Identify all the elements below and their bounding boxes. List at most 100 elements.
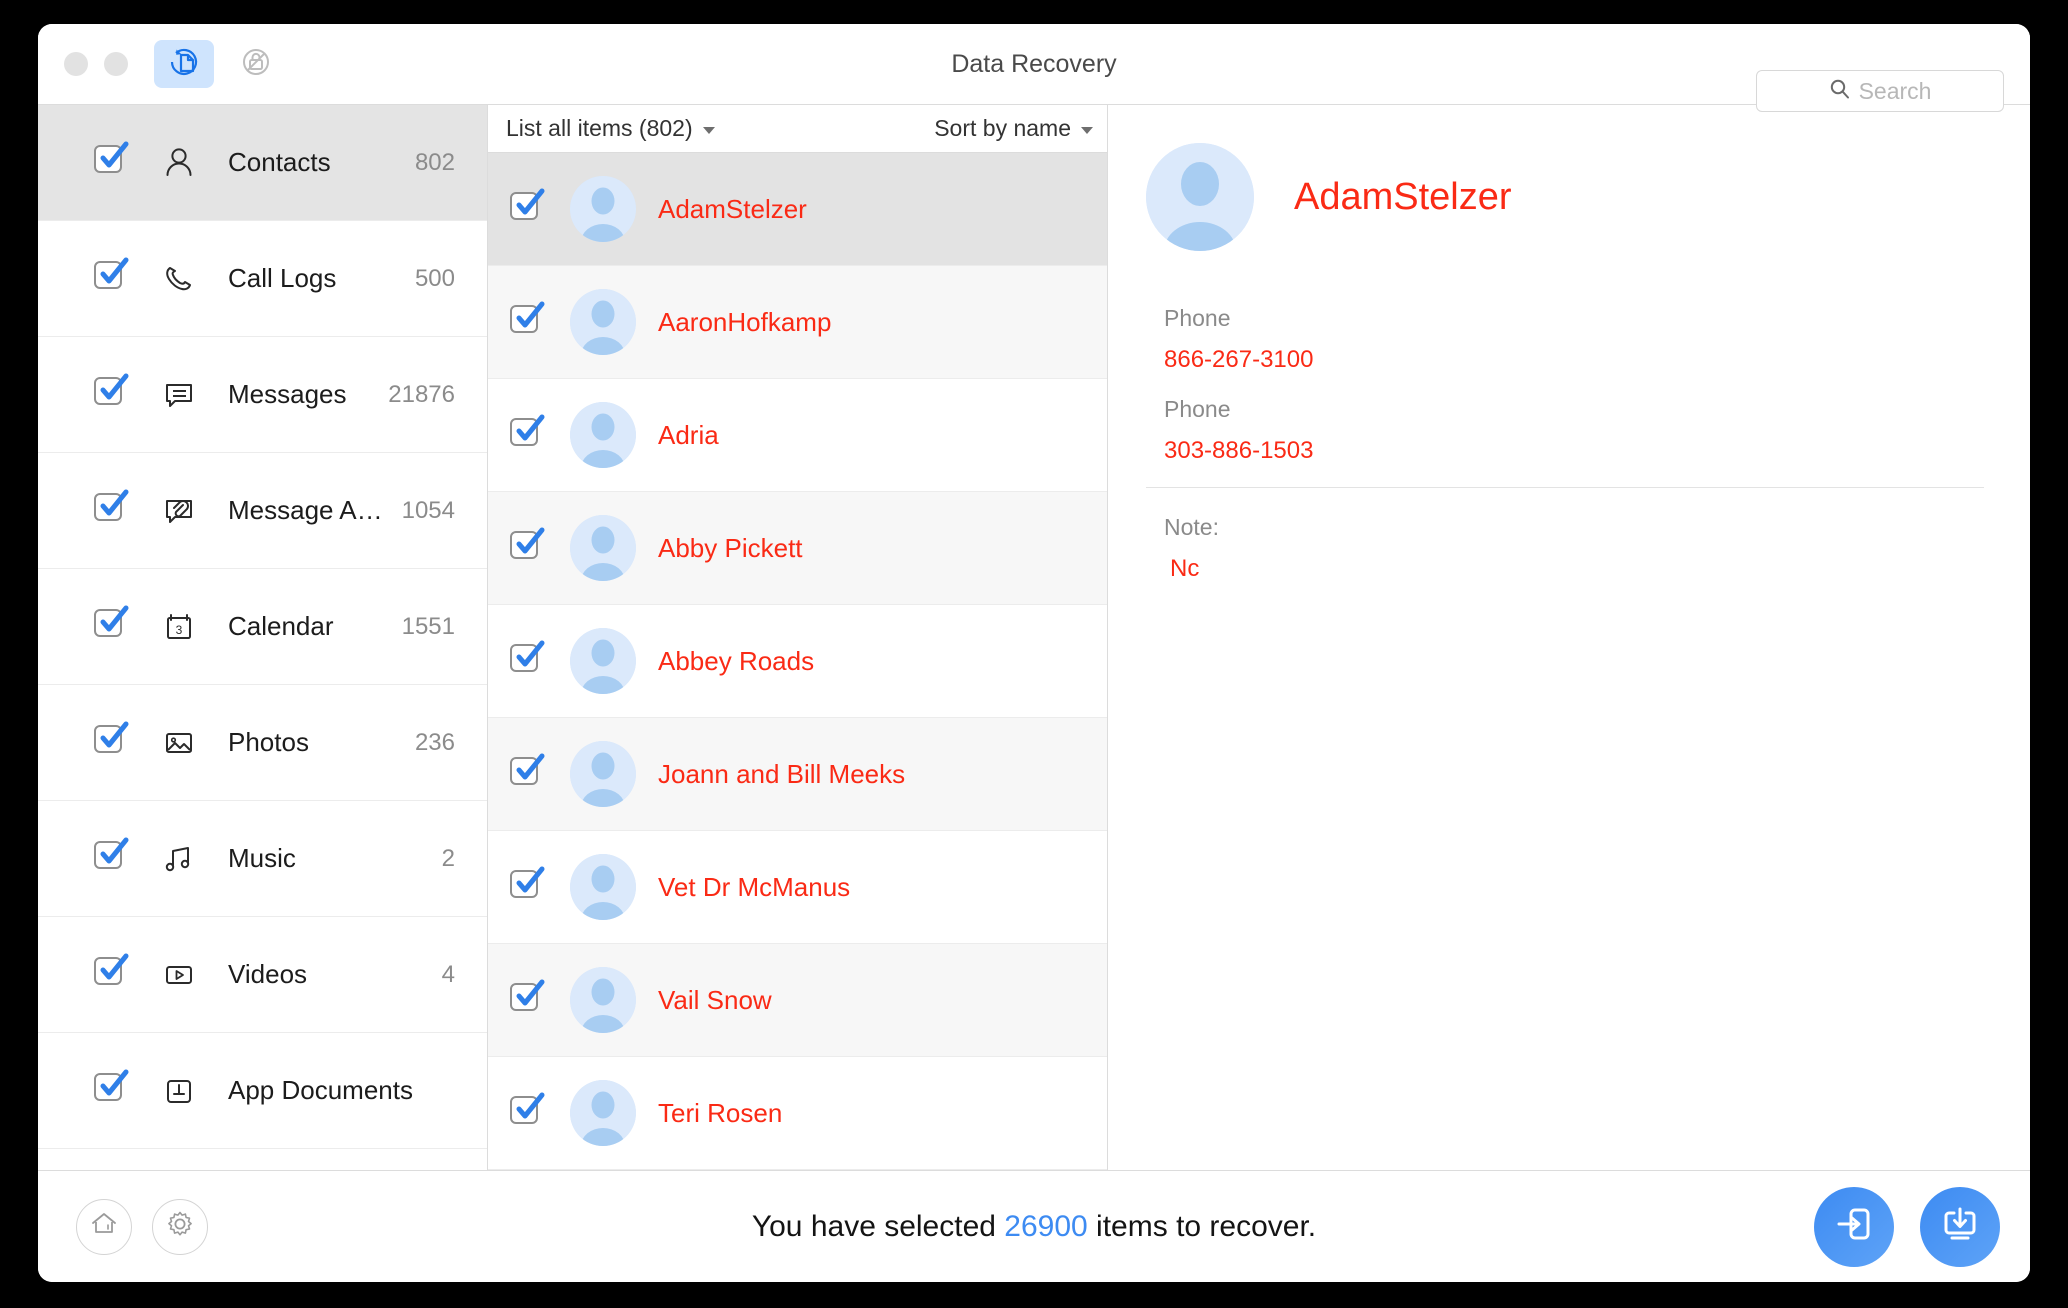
- chevron-down-icon: [702, 126, 715, 134]
- detail-field-value[interactable]: 303-886-1503: [1164, 437, 1984, 465]
- status-prefix: You have selected: [751, 1209, 1005, 1243]
- list-item-name: Vet Dr McManus: [658, 871, 851, 902]
- list-item-checkbox[interactable]: [510, 979, 545, 1018]
- list-item-checkbox[interactable]: [510, 527, 545, 566]
- detail-note-label: Note:: [1164, 514, 1219, 540]
- app-document-icon: [158, 1073, 200, 1109]
- list-item-checkbox[interactable]: [510, 753, 545, 792]
- window-title: Data Recovery: [951, 49, 1117, 78]
- sidebar-item-videos[interactable]: Videos 4: [38, 917, 487, 1033]
- search-input[interactable]: Search: [1756, 70, 2004, 112]
- list-item[interactable]: Abbey Roads: [488, 605, 1107, 718]
- detail-field-value[interactable]: 866-267-3100: [1164, 346, 1984, 374]
- list-item-checkbox[interactable]: [510, 301, 545, 340]
- close-button[interactable]: [64, 52, 88, 76]
- detail-divider: [1146, 487, 1984, 488]
- sidebar-checkbox-contacts[interactable]: [94, 141, 129, 180]
- detail-field-label: Phone: [1164, 305, 1231, 331]
- sidebar-item-label: App Documents: [228, 1075, 413, 1105]
- sidebar-item-count: 2: [441, 844, 455, 872]
- search-icon: [1829, 78, 1851, 105]
- sidebar-item-count: 21876: [388, 380, 455, 408]
- sidebar-item-message-attachments[interactable]: Message Attac… 1054: [38, 453, 487, 569]
- list-item[interactable]: Joann and Bill Meeks: [488, 718, 1107, 831]
- sidebar-item-music[interactable]: Music 2: [38, 801, 487, 917]
- sidebar-checkbox-messages[interactable]: [94, 373, 129, 412]
- list-toolbar: List all items (802) Sort by name: [488, 105, 1107, 153]
- sidebar-item-call-logs[interactable]: Call Logs 500: [38, 221, 487, 337]
- list-sort-dropdown[interactable]: Sort by name: [934, 115, 1093, 142]
- recover-to-computer-button[interactable]: [1920, 1186, 2000, 1267]
- sidebar-item-label: Messages: [228, 379, 347, 409]
- list-item[interactable]: AaronHofkamp: [488, 266, 1107, 379]
- phone-icon: [158, 261, 200, 297]
- sidebar-checkbox-app-documents[interactable]: [94, 1069, 129, 1108]
- list-item[interactable]: Abby Pickett: [488, 492, 1107, 605]
- main-body: Contacts 802 Call Logs 500 Messages 2187…: [38, 104, 2030, 1170]
- sidebar-item-app-documents[interactable]: App Documents: [38, 1033, 487, 1149]
- contact-detail-pane: AdamStelzer Phone 866-267-3100 Phone 303…: [1108, 105, 2030, 1170]
- detail-header: AdamStelzer: [1146, 143, 1984, 251]
- list-item[interactable]: AdamStelzer: [488, 153, 1107, 266]
- list-item-checkbox[interactable]: [510, 866, 545, 905]
- footer-actions: [1814, 1186, 2000, 1267]
- sidebar-checkbox-call-logs[interactable]: [94, 257, 129, 296]
- list-item-checkbox[interactable]: [510, 640, 545, 679]
- list-item[interactable]: Adria: [488, 379, 1107, 492]
- list-item[interactable]: Vet Dr McManus: [488, 831, 1107, 944]
- sidebar-item-photos[interactable]: Photos 236: [38, 685, 487, 801]
- sidebar-checkbox-calendar[interactable]: [94, 605, 129, 644]
- sidebar-item-count: 1054: [401, 496, 455, 524]
- svg-text:3: 3: [176, 623, 183, 637]
- list-item[interactable]: Teri Rosen: [488, 1057, 1107, 1170]
- sidebar-item-calendar[interactable]: 3 Calendar 1551: [38, 569, 487, 685]
- list-item-checkbox[interactable]: [510, 1092, 545, 1131]
- home-icon: [89, 1209, 119, 1244]
- sidebar-item-label: Contacts: [228, 147, 331, 177]
- video-icon: [158, 957, 200, 993]
- minimize-button[interactable]: [104, 52, 128, 76]
- detail-note-value: Nc: [1170, 555, 1200, 582]
- attachment-icon: [158, 493, 200, 529]
- sidebar-item-messages[interactable]: Messages 21876: [38, 337, 487, 453]
- sidebar-item-contacts[interactable]: Contacts 802: [38, 105, 487, 221]
- sidebar-item-count: 236: [414, 728, 455, 756]
- sidebar-checkbox-videos[interactable]: [94, 953, 129, 992]
- home-button[interactable]: [76, 1198, 132, 1255]
- calendar-icon: 3: [158, 609, 200, 645]
- sidebar-item-count: 1551: [401, 612, 455, 640]
- list-item[interactable]: Vail Snow: [488, 944, 1107, 1057]
- detail-field-label: Phone: [1164, 396, 1231, 422]
- list-item-name: Joann and Bill Meeks: [658, 758, 906, 789]
- sidebar-checkbox-music[interactable]: [94, 837, 129, 876]
- status-message: You have selected 26900 items to recover…: [38, 1210, 2030, 1244]
- sidebar-checkbox-message-attachments[interactable]: [94, 489, 129, 528]
- traffic-light-buttons: [64, 52, 128, 76]
- settings-button[interactable]: [152, 1198, 208, 1255]
- avatar: [570, 289, 636, 355]
- sidebar-item-count: 4: [441, 960, 455, 988]
- sidebar-item-label: Calendar: [228, 611, 334, 641]
- recover-to-device-button[interactable]: [1814, 1186, 1894, 1267]
- list-item-name: Abby Pickett: [658, 532, 803, 563]
- avatar: [570, 176, 636, 242]
- avatar: [570, 741, 636, 807]
- tab-recover-from-backup[interactable]: [226, 40, 286, 88]
- avatar: [570, 402, 636, 468]
- footer-bar: You have selected 26900 items to recover…: [38, 1170, 2030, 1282]
- list-item-checkbox[interactable]: [510, 188, 545, 227]
- sidebar-item-count: 500: [414, 264, 455, 292]
- tab-recover-from-device[interactable]: [154, 40, 214, 88]
- locked-backup-icon: [238, 44, 274, 85]
- list-item-checkbox[interactable]: [510, 414, 545, 453]
- sidebar-checkbox-photos[interactable]: [94, 721, 129, 760]
- sidebar-item-count: 802: [414, 148, 455, 176]
- list-filter-dropdown[interactable]: List all items (802): [506, 115, 715, 142]
- list-item-name: Vail Snow: [658, 984, 772, 1015]
- person-icon: [158, 145, 200, 181]
- list-item-name: Adria: [658, 419, 719, 450]
- contact-list[interactable]: AdamStelzer AaronHofkamp Adria Abby Pick…: [488, 153, 1107, 1170]
- sidebar: Contacts 802 Call Logs 500 Messages 2187…: [38, 105, 488, 1170]
- document-restore-icon: [166, 44, 202, 85]
- status-suffix: items to recover.: [1087, 1209, 1317, 1243]
